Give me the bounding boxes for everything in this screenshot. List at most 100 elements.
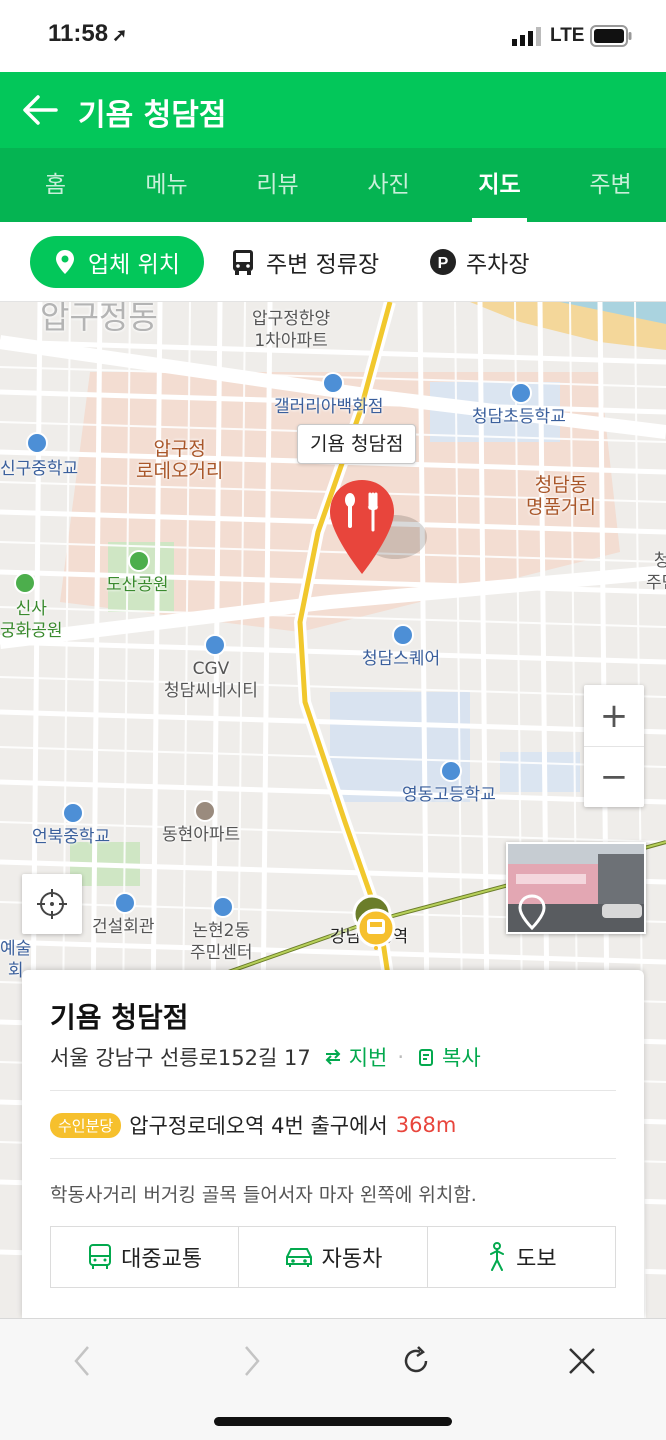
label-sinsa-park: 신사 궁화공원 [0, 599, 63, 641]
divider [50, 1090, 616, 1091]
place-address: 서울 강남구 선릉로152길 17 [50, 1046, 311, 1070]
app-header: 기욤 청담점 [0, 72, 666, 148]
map-filter-bar: 업체 위치 주변 정류장 P 주차장 [0, 222, 666, 302]
subway-exit-text: 압구정로데오역 4번 출구에서 [129, 1114, 388, 1138]
crosshair-icon [37, 889, 67, 919]
apartment-icon [194, 800, 216, 822]
tab-menu[interactable]: 메뉴 [111, 148, 222, 222]
business-location-chip[interactable]: 업체 위치 [30, 236, 204, 288]
swap-icon [325, 1049, 341, 1065]
bus-icon [89, 1244, 112, 1269]
browser-back-button[interactable] [52, 1331, 112, 1391]
place-description: 학동사거리 버거킹 골목 들어서자 마자 왼쪽에 위치함. [50, 1184, 477, 1206]
school-icon [510, 382, 532, 404]
walking-icon [490, 1242, 505, 1271]
home-indicator [214, 1417, 452, 1426]
place-callout[interactable]: 기욤 청담점 [297, 424, 417, 464]
label-cgv: CGV 청담씨네시티 [164, 659, 258, 701]
label-singu-middle: 신구중학교 [0, 459, 79, 479]
bus-icon [233, 250, 253, 275]
subway-distance: 368m [395, 1113, 457, 1137]
copy-button[interactable]: 복사 [416, 1042, 481, 1072]
shopping-icon [322, 372, 344, 394]
building-icon [114, 892, 136, 914]
place-name: 기욤 청담점 [50, 1001, 189, 1034]
zoom-out-button[interactable]: − [584, 746, 644, 807]
current-location-button[interactable] [22, 874, 82, 934]
subway-info-row: 수인분당 압구정로데오역 4번 출구에서 368m [50, 1110, 456, 1140]
zoom-controls: + − [584, 685, 644, 807]
tab-photo[interactable]: 사진 [333, 148, 444, 222]
park-icon [14, 572, 36, 594]
chevron-left-icon [74, 1346, 89, 1376]
browser-forward-button[interactable] [222, 1331, 282, 1391]
tab-review[interactable]: 리뷰 [222, 148, 333, 222]
label-construction-hall: 건설회관 [92, 917, 155, 937]
browser-reload-button[interactable] [386, 1331, 446, 1391]
car-button[interactable]: 자동차 [238, 1227, 426, 1287]
parking-icon: P [430, 249, 456, 275]
school-icon [26, 432, 48, 454]
label-rodeo-street: 압구정 로데오거리 [136, 438, 224, 482]
walk-label: 도보 [516, 1247, 557, 1272]
signal-icon [512, 27, 541, 46]
separator-dot: · [397, 1045, 405, 1069]
bus-stops-chip[interactable]: 주변 정류장 [228, 236, 379, 288]
car-label: 자동차 [321, 1247, 383, 1272]
label-donghyeon-apt: 동현아파트 [162, 825, 241, 845]
tab-map[interactable]: 지도 [444, 148, 555, 222]
bus-stops-label: 주변 정류장 [266, 252, 380, 278]
cinema-icon [204, 634, 226, 656]
label-hanyang-apt: 압구정한양 1차아파트 [252, 309, 331, 351]
parking-chip[interactable]: P 주차장 [428, 236, 529, 288]
label-eonbuk-middle: 언북중학교 [32, 827, 111, 847]
page-title: 기욤 청담점 [78, 98, 227, 133]
route-options: 대중교통 자동차 도보 [50, 1226, 616, 1288]
close-icon [569, 1348, 595, 1374]
school-icon [62, 802, 84, 824]
jibun-button[interactable]: 지번 [323, 1042, 388, 1072]
label-nonhyeon-center: 논현2동 주민센터 [190, 921, 253, 963]
label-dosan-park: 도산공원 [106, 575, 169, 595]
car-icon [285, 1248, 312, 1267]
place-info-card: 기욤 청담점 서울 강남구 선릉로152길 17 지번 · 복사 수인분당 압구… [22, 970, 644, 1318]
label-apgujeong-dong: 압구정동 [40, 302, 158, 336]
tab-bar: 홈 메뉴 리뷰 사진 지도 주변 [0, 148, 666, 222]
walk-button[interactable]: 도보 [426, 1227, 615, 1287]
public-transit-button[interactable]: 대중교통 [51, 1227, 238, 1287]
subway-line-badge: 수인분당 [50, 1112, 122, 1138]
copy-icon [419, 1049, 434, 1066]
browser-close-button[interactable] [552, 1331, 612, 1391]
parking-label: 주차장 [466, 252, 530, 278]
jibun-label: 지번 [348, 1046, 388, 1070]
status-time: 11:58 ➚ [48, 20, 128, 47]
label-cheongdam-elementary: 청담초등학교 [472, 407, 566, 427]
school-icon [440, 760, 462, 782]
network-label: LTE [550, 25, 585, 46]
label-luxury-street: 청담동 명품거리 [526, 474, 596, 518]
label-edge-right-1: 청주민 [646, 551, 666, 593]
tab-home[interactable]: 홈 [0, 148, 111, 222]
label-cheongdam-square: 청담스퀘어 [362, 649, 441, 669]
back-arrow-icon[interactable] [20, 90, 60, 130]
battery-icon [590, 25, 632, 47]
location-arrow-icon: ➚ [112, 25, 128, 45]
label-yeongdong-high: 영동고등학교 [402, 785, 496, 805]
government-icon [212, 896, 234, 918]
reload-icon [404, 1346, 428, 1373]
public-transit-label: 대중교통 [121, 1247, 203, 1272]
label-galleria: 갤러리아백화점 [274, 397, 384, 417]
street-view-thumbnail[interactable] [506, 842, 646, 934]
zoom-in-button[interactable]: + [584, 685, 644, 746]
status-bar: 11:58 ➚ LTE [0, 0, 666, 72]
restaurant-pin-icon[interactable] [326, 478, 398, 578]
divider [50, 1158, 616, 1159]
street-view-image [508, 844, 644, 932]
tab-nearby[interactable]: 주변 [555, 148, 666, 222]
business-location-label: 업체 위치 [88, 252, 180, 278]
park-icon [128, 550, 150, 572]
chevron-right-icon [245, 1346, 260, 1376]
svg-text:P: P [438, 255, 449, 272]
building-icon [392, 624, 414, 646]
copy-label: 복사 [442, 1046, 481, 1070]
